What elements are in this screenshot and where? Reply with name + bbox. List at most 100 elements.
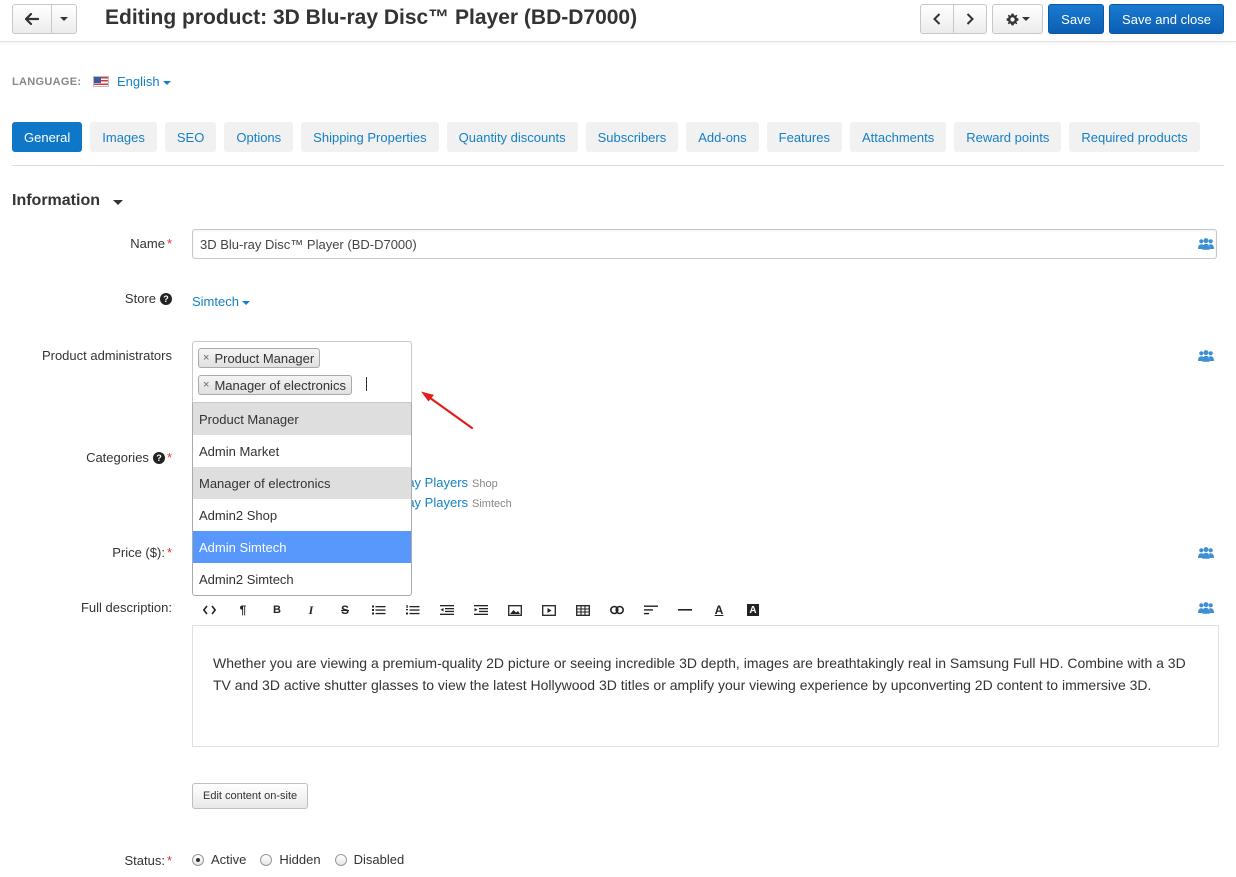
users-icon[interactable] bbox=[1198, 238, 1214, 250]
language-label: LANGUAGE: bbox=[12, 76, 82, 88]
dropdown-option[interactable]: Admin2 Simtech bbox=[193, 563, 411, 595]
required-mark: * bbox=[166, 853, 172, 868]
required-mark: * bbox=[166, 450, 172, 465]
caret-down-icon bbox=[60, 17, 68, 21]
red-arrow-annotation bbox=[421, 391, 474, 430]
edit-content-onsite-button[interactable]: Edit content on-site bbox=[192, 783, 309, 809]
unordered-list-icon[interactable] bbox=[368, 600, 390, 620]
tab-reward-points[interactable]: Reward points bbox=[954, 122, 1062, 152]
chevron-left-icon bbox=[933, 13, 941, 25]
admin-dropdown-list: Product Manager Admin Market Manager of el… bbox=[192, 403, 412, 596]
category-link[interactable]: ray Players Shop bbox=[403, 475, 498, 490]
indent-icon[interactable] bbox=[470, 600, 492, 620]
gear-icon bbox=[1006, 13, 1018, 25]
chip-label: Manager of electronics bbox=[214, 377, 346, 393]
dropdown-option[interactable]: Admin Simtech bbox=[193, 531, 411, 563]
users-icon[interactable] bbox=[1198, 350, 1214, 362]
remove-chip-icon[interactable]: × bbox=[203, 379, 209, 391]
text-cursor bbox=[366, 377, 367, 391]
name-label: Name * bbox=[130, 236, 172, 251]
product-admins-label: Product administrators bbox=[41, 348, 172, 363]
status-label: Status: * bbox=[124, 853, 172, 868]
status-radio-label: Active bbox=[211, 852, 247, 867]
tab-add-ons[interactable]: Add-ons bbox=[686, 122, 759, 152]
store-selector[interactable]: Simtech bbox=[192, 294, 250, 309]
status-radio-group: Active Hidden Disabled bbox=[192, 852, 418, 867]
tab-images[interactable]: Images bbox=[90, 122, 157, 152]
description-editor[interactable]: Whether you are viewing a premium-qualit… bbox=[192, 626, 1219, 747]
horizontal-rule-icon[interactable] bbox=[674, 600, 696, 620]
status-radio-label: Disabled bbox=[353, 852, 405, 867]
tab-attachments[interactable]: Attachments bbox=[849, 122, 947, 152]
caret-down-icon bbox=[241, 300, 250, 305]
question-icon[interactable]: ? bbox=[160, 293, 172, 305]
align-icon[interactable] bbox=[640, 600, 662, 620]
font-color-icon[interactable]: A bbox=[708, 600, 730, 620]
save-button[interactable]: Save bbox=[1048, 4, 1104, 34]
save-and-close-button[interactable]: Save and close bbox=[1109, 4, 1224, 34]
language-value: English bbox=[117, 74, 160, 89]
video-icon[interactable] bbox=[538, 600, 560, 620]
ordered-list-icon[interactable] bbox=[402, 600, 424, 620]
language-selector[interactable]: English bbox=[117, 74, 171, 89]
category-link[interactable]: ray Players Simtech bbox=[403, 495, 512, 510]
top-toolbar: Editing product: 3D Blu-ray Disc™ Player… bbox=[0, 0, 1236, 42]
status-radio-hidden[interactable] bbox=[260, 853, 273, 866]
name-label-text: Name bbox=[130, 236, 165, 251]
settings-dropdown-button[interactable] bbox=[992, 4, 1043, 34]
chip-label: Product Manager bbox=[214, 350, 315, 366]
tab-required-products[interactable]: Required products bbox=[1069, 122, 1200, 152]
status-radio-label: Hidden bbox=[279, 852, 321, 867]
table-icon[interactable] bbox=[572, 600, 594, 620]
collapse-caret-icon[interactable] bbox=[113, 200, 123, 205]
question-icon[interactable]: ? bbox=[152, 452, 165, 464]
status-label-text: Status: bbox=[124, 853, 165, 868]
name-input[interactable]: 3D Blu-ray Disc™ Player (BD-D7000) bbox=[192, 229, 1217, 259]
category-name: ray Players bbox=[403, 495, 469, 510]
settings-group bbox=[992, 4, 1043, 34]
name-input-value: 3D Blu-ray Disc™ Player (BD-D7000) bbox=[200, 236, 417, 252]
product-admins-multiselect[interactable]: × Product Manager × Manager of electronics bbox=[192, 341, 412, 403]
outdent-icon[interactable] bbox=[436, 600, 458, 620]
tab-quantity-discounts[interactable]: Quantity discounts bbox=[446, 122, 578, 152]
status-radio-active[interactable] bbox=[192, 853, 204, 866]
tab-shipping-properties[interactable]: Shipping Properties bbox=[301, 122, 439, 152]
link-icon[interactable] bbox=[606, 600, 628, 620]
remove-chip-icon[interactable]: × bbox=[203, 352, 209, 364]
back-dropdown-button[interactable] bbox=[52, 4, 77, 34]
tab-features[interactable]: Features bbox=[766, 122, 842, 152]
categories-label: Categories? * bbox=[86, 450, 172, 465]
users-icon[interactable] bbox=[1198, 547, 1214, 559]
strikethrough-icon[interactable]: S bbox=[334, 600, 356, 620]
dropdown-option[interactable]: Admin Market bbox=[193, 435, 411, 467]
arrow-left-icon bbox=[25, 13, 39, 25]
italic-icon[interactable]: I bbox=[300, 600, 322, 620]
image-icon[interactable] bbox=[504, 600, 526, 620]
tab-subscribers[interactable]: Subscribers bbox=[585, 122, 679, 152]
section-title: Information bbox=[12, 192, 100, 209]
store-label: Store? bbox=[125, 291, 172, 306]
admin-chip: × Manager of electronics bbox=[198, 375, 352, 395]
category-name: ray Players bbox=[403, 475, 469, 490]
price-label: Price ($): * bbox=[112, 545, 172, 560]
tab-options[interactable]: Options bbox=[224, 122, 294, 152]
tab-general[interactable]: General bbox=[12, 122, 83, 152]
dropdown-option[interactable]: Product Manager bbox=[193, 403, 411, 435]
caret-down-icon bbox=[1021, 17, 1030, 21]
code-view-icon[interactable] bbox=[198, 600, 220, 620]
prev-next-group bbox=[920, 4, 987, 34]
paragraph-icon[interactable]: ¶ bbox=[232, 600, 254, 620]
next-product-button[interactable] bbox=[954, 4, 987, 34]
tab-seo[interactable]: SEO bbox=[164, 122, 217, 152]
dropdown-option[interactable]: Admin2 Shop bbox=[193, 499, 411, 531]
bold-icon[interactable]: B bbox=[266, 600, 288, 620]
users-icon[interactable] bbox=[1198, 602, 1214, 614]
page-title: Editing product: 3D Blu-ray Disc™ Player… bbox=[105, 6, 638, 29]
background-color-icon[interactable]: A bbox=[742, 600, 764, 620]
status-radio-disabled[interactable] bbox=[334, 853, 347, 866]
previous-product-button[interactable] bbox=[920, 4, 954, 34]
back-button[interactable] bbox=[12, 4, 52, 34]
dropdown-option[interactable]: Manager of electronics bbox=[193, 467, 411, 499]
tabs-divider bbox=[12, 165, 1224, 166]
required-mark: * bbox=[166, 236, 172, 251]
